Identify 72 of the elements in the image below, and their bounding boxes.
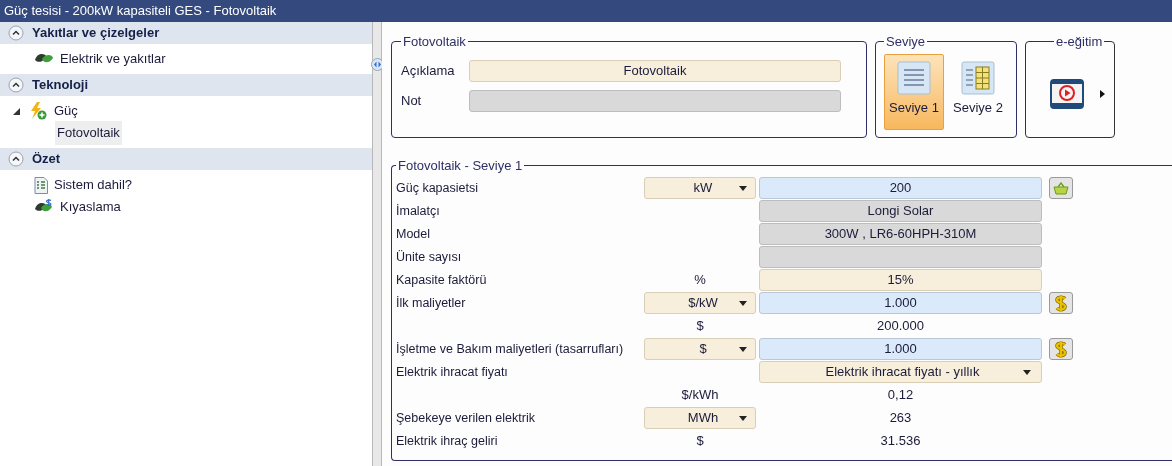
unit-label: % xyxy=(694,271,706,290)
lines-document-icon xyxy=(897,60,931,95)
resize-handle-icon[interactable] xyxy=(370,58,384,71)
unit-label: $ xyxy=(696,432,704,451)
dollar-icon xyxy=(1055,340,1067,358)
section-title: Yakıtlar ve çizelgeler xyxy=(32,24,160,43)
row-label: İşletme ve Bakım maliyetleri (tasarrufları) xyxy=(396,340,624,358)
value-field[interactable]: 1.000 xyxy=(759,338,1042,360)
caret-icon xyxy=(739,185,747,191)
dollar-icon xyxy=(1055,294,1067,312)
lightning-plus-icon xyxy=(28,102,48,120)
section-header[interactable]: Özet xyxy=(0,148,372,170)
group-title: Fotovoltaik xyxy=(402,33,467,51)
caret-icon xyxy=(1023,369,1031,375)
caret-icon xyxy=(739,346,747,352)
table-document-icon xyxy=(961,60,995,95)
sidebar-item[interactable]: Kıyaslama xyxy=(60,197,121,217)
value-field: Longi Solar xyxy=(759,200,1042,222)
group-title: Fotovoltaik - Seviye 1 xyxy=(397,157,524,175)
tree-item[interactable]: Fotovoltaik xyxy=(55,121,122,145)
caret-right-icon[interactable] xyxy=(1100,90,1105,99)
row-label: Elektrik ihraç geliri xyxy=(396,432,498,450)
caret-icon xyxy=(739,300,747,306)
collapse-icon[interactable] xyxy=(8,77,24,93)
text-field[interactable]: Fotovoltaik xyxy=(469,59,841,82)
text-field[interactable] xyxy=(469,89,841,112)
row-label: İlk maliyetler xyxy=(396,294,466,312)
section-header[interactable]: Teknoloji xyxy=(0,74,372,96)
sidebar-item[interactable]: Güç xyxy=(54,101,78,121)
value-text: 31.536 xyxy=(880,432,921,451)
sidebar-item[interactable]: Elektrik ve yakıtlar xyxy=(60,49,166,69)
unit-dropdown[interactable]: $/kW xyxy=(644,292,756,314)
document-icon xyxy=(34,176,48,194)
section-header[interactable]: Yakıtlar ve çizelgeler xyxy=(0,22,372,44)
field-label: Açıklama xyxy=(401,61,456,80)
expanded-triangle-icon[interactable] xyxy=(13,107,20,115)
dollar-button[interactable] xyxy=(1049,292,1073,314)
value-dropdown[interactable]: Elektrik ihracat fiyatı - yıllık xyxy=(759,361,1042,383)
group-title: e-eğitim xyxy=(1055,33,1104,51)
collapse-icon[interactable] xyxy=(8,25,24,41)
section-title: Teknoloji xyxy=(32,76,89,95)
unit-label: $ xyxy=(696,317,704,336)
sidebar-item[interactable]: Sistem dahil? xyxy=(54,175,133,195)
field-label: Not xyxy=(401,91,423,110)
dollar-button[interactable] xyxy=(1049,338,1073,360)
value-text: 263 xyxy=(889,409,912,428)
value-field[interactable]: 200 xyxy=(759,177,1042,199)
level-button[interactable]: Seviye 2 xyxy=(948,53,1008,130)
section-title: Özet xyxy=(32,150,61,169)
value-field: 300W , LR6-60HPH-310M xyxy=(759,223,1042,245)
caret-icon xyxy=(739,415,747,421)
row-label: Kapasite faktörü xyxy=(396,271,487,289)
unit-dropdown[interactable]: kW xyxy=(644,177,756,199)
collapse-icon[interactable] xyxy=(8,151,24,167)
row-label: Şebekeye verilen elektrik xyxy=(396,409,535,427)
video-play-icon[interactable] xyxy=(1050,77,1084,112)
row-label: Elektrik ihracat fiyatı xyxy=(396,363,508,381)
level-button[interactable]: Seviye 1 xyxy=(884,53,944,130)
unit-dropdown[interactable]: $ xyxy=(644,338,756,360)
value-field[interactable]: 1.000 xyxy=(759,292,1042,314)
window-title: Güç tesisi - 200kW kapasiteli GES - Fotovoltaik xyxy=(4,2,277,21)
row-label: Güç kapasietsi xyxy=(396,179,478,197)
row-label: Ünite sayısı xyxy=(396,248,462,266)
value-text: 200.000 xyxy=(877,317,924,336)
basket-icon xyxy=(1053,181,1069,195)
row-label: İmalatçı xyxy=(396,202,440,220)
unit-label: $/kWh xyxy=(681,386,719,405)
unit-dropdown[interactable]: MWh xyxy=(644,407,756,429)
row-label: Model xyxy=(396,225,431,243)
value-field[interactable]: 15% xyxy=(759,269,1042,291)
value-text: 0,12 xyxy=(887,386,914,405)
group-title: Seviye xyxy=(885,33,927,51)
